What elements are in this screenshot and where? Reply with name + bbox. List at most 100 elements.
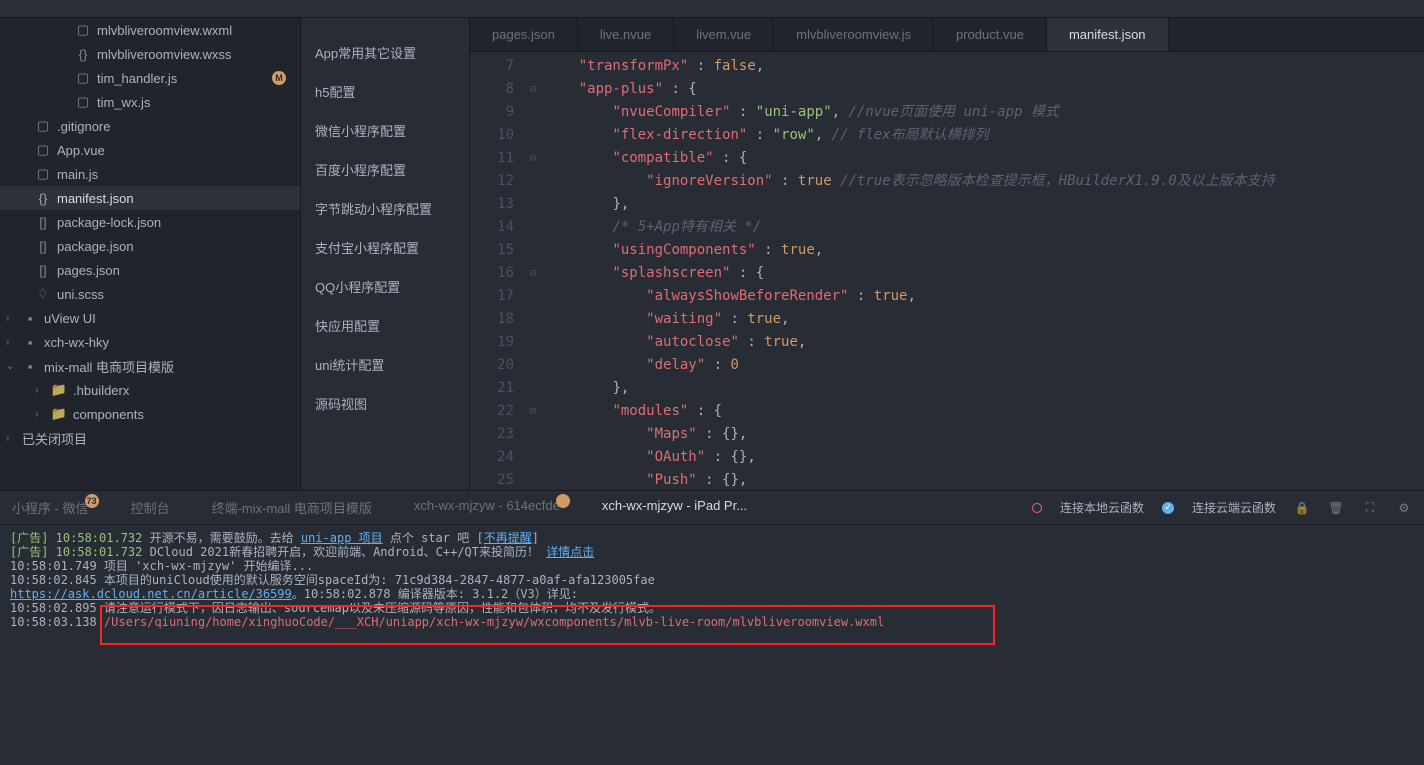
file-icon: [] [35,215,51,230]
editor-tab[interactable]: manifest.json [1047,18,1169,51]
local-fn-label[interactable]: 连接本地云函数 [1060,499,1144,516]
config-section[interactable]: App常用其它设置 [301,33,469,72]
config-section[interactable]: 微信小程序配置 [301,111,469,150]
cloud-fn-label[interactable]: 连接云端云函数 [1192,499,1276,516]
project-folder[interactable]: ›▪xch-wx-hky [0,330,300,354]
modified-badge: M [272,71,286,85]
editor-panel: pages.jsonlive.nvuelivem.vuemlvbliveroom… [470,18,1424,490]
file-icon: ▢ [75,70,91,86]
config-section[interactable]: 支付宝小程序配置 [301,228,469,267]
file-label: .gitignore [57,119,110,134]
file-icon: {} [75,47,91,62]
file-icon: {} [35,191,51,206]
chevron-icon: › [6,433,18,444]
badge: 73 [85,494,99,508]
config-section[interactable]: 快应用配置 [301,306,469,345]
folder-icon: 📁 [51,406,67,422]
file-item[interactable]: [] pages.json [0,258,300,282]
console-link[interactable]: 详情点击 [546,545,594,559]
file-label: App.vue [57,143,105,158]
file-item[interactable]: ▢ tim_wx.js [0,90,300,114]
config-section-list: App常用其它设置h5配置微信小程序配置百度小程序配置字节跳动小程序配置支付宝小… [300,18,470,490]
chevron-icon: › [6,337,18,348]
file-item[interactable]: {} mlvbliveroomview.wxss [0,42,300,66]
bottom-tab[interactable]: 小程序 - 微信73 [12,498,89,517]
file-item[interactable]: ▢ tim_handler.js M [0,66,300,90]
editor-tab[interactable]: product.vue [934,18,1047,51]
config-section[interactable]: QQ小程序配置 [301,267,469,306]
subfolder[interactable]: › 📁 components [0,402,300,426]
file-item[interactable]: ▢ main.js [0,162,300,186]
code-editor[interactable]: 78910111213141516171819202122232425 ⊟⊟⊟⊟… [470,52,1424,490]
file-label: pages.json [57,263,120,278]
editor-tab[interactable]: livem.vue [674,18,774,51]
chevron-icon: › [35,409,47,420]
config-section[interactable]: 百度小程序配置 [301,150,469,189]
config-section[interactable]: 字节跳动小程序配置 [301,189,469,228]
bottom-tab[interactable]: 控制台 [131,498,170,517]
closed-label: 已关闭项目 [22,429,87,448]
file-label: main.js [57,167,98,182]
folder-icon: 📁 [51,382,67,398]
fold-column[interactable]: ⊟⊟⊟⊟ [530,52,545,490]
console-output[interactable]: [广告] 10:58:01.732 开源不易，需要鼓励。去给 uni-app 项… [0,525,1424,765]
bottom-tab[interactable]: xch-wx-mjzyw - iPad Pr... [602,498,747,517]
file-item[interactable]: [] package-lock.json [0,210,300,234]
editor-tabs: pages.jsonlive.nvuelivem.vuemlvbliveroom… [470,18,1424,52]
status-dot-local[interactable] [1032,503,1042,513]
file-item[interactable]: ♢uni.scss [0,282,300,306]
file-icon: [] [35,263,51,278]
folder-icon: ▪ [22,311,38,326]
config-section[interactable]: uni统计配置 [301,345,469,384]
file-label: package.json [57,239,134,254]
bottom-tab[interactable]: xch-wx-mjzyw - 614ecfde [414,498,560,517]
folder-label: .hbuilderx [73,383,129,398]
project-folder[interactable]: ›▪uView UI [0,306,300,330]
status-dot-cloud[interactable]: ✓ [1162,502,1174,514]
trash-icon[interactable]: 🗑 [1328,500,1344,516]
top-toolbar [0,0,1424,18]
editor-tab[interactable]: live.nvue [578,18,674,51]
console-link[interactable]: uni-app 项目 [301,531,383,545]
file-explorer: ▢mlvbliveroomview.wxml{}mlvbliveroomview… [0,18,300,490]
file-icon: ♢ [35,286,51,302]
closed-projects[interactable]: › 已关闭项目 [0,426,300,450]
file-item[interactable]: {} manifest.json [0,186,300,210]
file-item[interactable]: ▢.gitignore [0,114,300,138]
lock-icon[interactable]: 🔒 [1294,500,1310,516]
file-icon: ▢ [75,94,91,110]
file-label: package-lock.json [57,215,161,230]
expand-icon[interactable]: ⛶ [1362,500,1378,516]
file-item[interactable]: [] package.json [0,234,300,258]
bottom-panel: 小程序 - 微信73 控制台 终端-mix-mall 电商项目模版 xch-wx-mj… [0,490,1424,765]
config-section[interactable]: h5配置 [301,72,469,111]
folder-label: uView UI [44,311,96,326]
project-folder[interactable]: ⌄▪mix-mall 电商项目模版 [0,354,300,378]
editor-tab[interactable]: mlvbliveroomview.js [774,18,934,51]
console-link[interactable]: 不再提醒 [484,531,532,545]
highlight-annotation [100,605,995,645]
file-icon: ▢ [35,142,51,158]
file-label: mlvbliveroomview.wxss [97,47,231,62]
file-item[interactable]: ▢ App.vue [0,138,300,162]
line-numbers: 78910111213141516171819202122232425 [470,52,530,490]
editor-tab[interactable]: pages.json [470,18,578,51]
folder-icon: ▪ [22,359,38,374]
notification-dot [556,494,570,508]
bottom-panel-tabs: 小程序 - 微信73 控制台 终端-mix-mall 电商项目模版 xch-wx-mj… [0,491,1424,525]
folder-label: components [73,407,144,422]
folder-icon: ▪ [22,335,38,350]
console-link[interactable]: https://ask.dcloud.net.cn/article/36599 [10,587,292,601]
config-section[interactable]: 源码视图 [301,384,469,423]
settings-icon[interactable]: ⚙ [1396,500,1412,516]
file-label: mlvbliveroomview.wxml [97,23,232,38]
file-icon: [] [35,239,51,254]
bottom-tab[interactable]: 终端-mix-mall 电商项目模版 [212,498,372,517]
file-label: tim_handler.js [97,71,177,86]
subfolder[interactable]: ›📁.hbuilderx [0,378,300,402]
file-label: manifest.json [57,191,134,206]
file-label: tim_wx.js [97,95,150,110]
file-item[interactable]: ▢mlvbliveroomview.wxml [0,18,300,42]
file-icon: ▢ [35,166,51,182]
chevron-icon: ⌄ [6,361,18,372]
